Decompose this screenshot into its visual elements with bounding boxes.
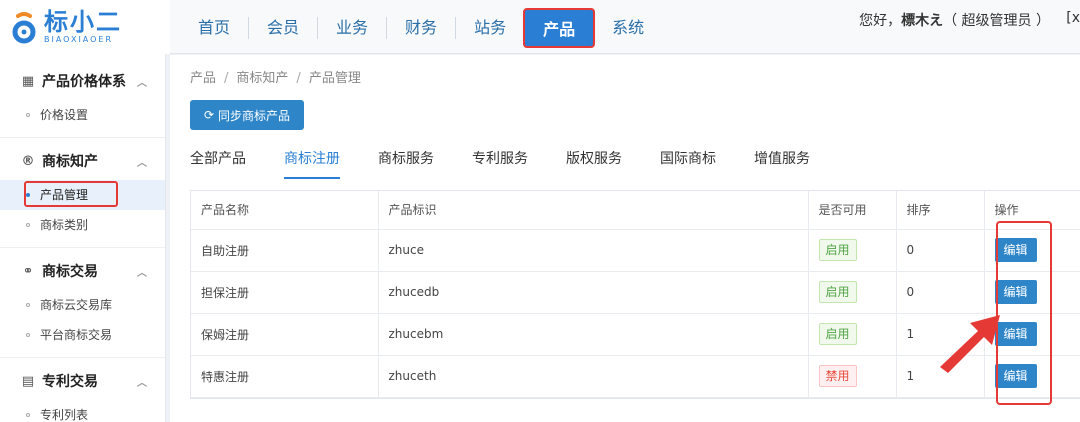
main-content: 产品 / 商标知产 / 产品管理 ⟳ 同步商标产品 全部产品 商标注册 商标服务 专利服… — [170, 55, 1080, 422]
sort-order: 1 — [896, 313, 985, 356]
sidebar-item-label: 商标类别 — [40, 218, 89, 232]
sidebar-section-title: 产品价格体系 — [42, 74, 126, 90]
product-code: zhuceth — [378, 355, 809, 398]
sort-order: 0 — [896, 271, 985, 314]
sidebar-item-label: 商标云交易库 — [40, 298, 113, 312]
nav-item-products[interactable]: 产品 — [523, 8, 596, 48]
refresh-icon: ⟳ — [203, 108, 215, 122]
tab-value-added-services[interactable]: 增值服务 — [754, 147, 810, 179]
truncated-link[interactable]: [x — [1066, 10, 1080, 26]
table-row: 自助注册 zhuce 启用 0 编辑 — [191, 229, 1080, 272]
product-tabs: 全部产品 商标注册 商标服务 专利服务 版权服务 国际商标 增值服务 — [190, 147, 1080, 179]
column-header: 产品标识 — [378, 191, 809, 230]
tab-trademark-services[interactable]: 商标服务 — [378, 147, 434, 179]
tab-patent-services[interactable]: 专利服务 — [472, 147, 528, 179]
logo-subtitle: BIAOXIAOER — [44, 35, 114, 44]
username[interactable]: 標木え — [901, 13, 943, 29]
breadcrumb-item[interactable]: 商标知产 — [236, 71, 288, 86]
user-role: （ 超级管理员 ） — [943, 13, 1050, 29]
nav-item-system[interactable]: 系统 — [594, 17, 662, 39]
column-header: 产品名称 — [191, 191, 379, 230]
sidebar-section-title: 商标知产 — [42, 154, 98, 170]
nav-item-site[interactable]: 站务 — [456, 17, 524, 39]
sidebar-item-label: 平台商标交易 — [40, 328, 113, 342]
user-greeting: 您好，標木え（ 超级管理员 ） — [859, 10, 1050, 30]
column-header: 排序 — [896, 191, 985, 230]
tab-trademark-registration[interactable]: 商标注册 — [284, 147, 340, 179]
product-name: 特惠注册 — [191, 355, 379, 398]
logo-title: 标小二 — [44, 8, 122, 36]
breadcrumb-item[interactable]: 产品 — [190, 71, 216, 86]
chevron-up-icon[interactable]: ︿ — [137, 154, 147, 169]
sidebar-section-trademark-ip[interactable]: ® 商标知产 ︿ — [0, 142, 165, 180]
sort-order: 1 — [896, 355, 985, 398]
sort-order: 0 — [896, 229, 985, 272]
logo-mark-icon — [10, 10, 38, 44]
sidebar-section-title: 专利交易 — [42, 374, 98, 390]
logo[interactable]: 标小二 BIAOXIAOER — [0, 0, 170, 54]
sidebar-section-pricing[interactable]: ▦ 产品价格体系 ︿ — [0, 62, 165, 100]
sidebar-section-title: 商标交易 — [42, 264, 98, 280]
edit-button[interactable]: 编辑 — [994, 280, 1037, 304]
handshake-icon: ⚭ — [22, 263, 34, 279]
column-header: 是否可用 — [808, 191, 897, 230]
tab-international-trademark[interactable]: 国际商标 — [660, 147, 716, 179]
status-badge: 启用 — [818, 323, 857, 345]
highlight-box — [24, 181, 118, 207]
tab-copyright-services[interactable]: 版权服务 — [566, 147, 622, 179]
breadcrumb-item: 产品管理 — [308, 71, 361, 86]
product-name: 担保注册 — [191, 271, 379, 314]
product-name: 保姆注册 — [191, 313, 379, 356]
sidebar-item-trademark-categories[interactable]: 商标类别 — [0, 210, 165, 240]
edit-button[interactable]: 编辑 — [994, 364, 1037, 388]
registered-icon: ® — [21, 153, 35, 169]
chevron-up-icon[interactable]: ︿ — [137, 74, 147, 89]
greeting-prefix: 您好， — [859, 13, 902, 29]
product-code: zhuce — [378, 229, 809, 272]
tab-all-products[interactable]: 全部产品 — [190, 147, 246, 179]
sidebar-item-label: 专利列表 — [40, 408, 89, 422]
top-navigation: 首页 会员 业务 财务 站务 产品 系统 您好，標木え（ 超级管理员 ） [x — [170, 0, 1080, 54]
product-name: 自助注册 — [191, 229, 379, 272]
status-badge: 启用 — [818, 239, 857, 261]
status-badge: 启用 — [818, 281, 857, 303]
nav-item-members[interactable]: 会员 — [249, 17, 319, 39]
column-header: 操作 — [984, 191, 1080, 230]
nav-item-finance[interactable]: 财务 — [387, 17, 457, 39]
sidebar-section-trademark-trade[interactable]: ⚭ 商标交易 ︿ — [0, 252, 165, 290]
sidebar-item-cloud-trade-library[interactable]: 商标云交易库 — [0, 290, 165, 320]
sidebar-item-label: 价格设置 — [40, 108, 89, 122]
product-code: zhucedb — [378, 271, 809, 314]
sidebar-item-product-management[interactable]: 产品管理 — [0, 180, 165, 210]
sync-trademark-products-button[interactable]: ⟳ 同步商标产品 — [190, 100, 304, 130]
nav-item-home[interactable]: 首页 — [180, 17, 250, 39]
product-table: 产品名称 产品标识 是否可用 排序 操作 自助注册 zhuce 启用 0 编辑 … — [190, 190, 1080, 399]
document-icon: ▤ — [21, 373, 35, 389]
sidebar: ▦ 产品价格体系 ︿ 价格设置 ® 商标知产 ︿ 产品管理 商标类别 ⚭ 商标交… — [0, 54, 166, 422]
sidebar-item-platform-trade[interactable]: 平台商标交易 — [0, 320, 165, 350]
calculator-icon: ▦ — [21, 73, 35, 89]
sidebar-item-patent-list[interactable]: 专利列表 — [0, 400, 165, 422]
edit-button[interactable]: 编辑 — [994, 238, 1037, 262]
table-row: 保姆注册 zhucebm 启用 1 编辑 — [191, 313, 1080, 356]
status-badge: 禁用 — [818, 365, 857, 387]
sidebar-item-price-settings[interactable]: 价格设置 — [0, 100, 165, 130]
chevron-up-icon[interactable]: ︿ — [137, 374, 147, 389]
chevron-up-icon[interactable]: ︿ — [137, 264, 147, 279]
edit-button[interactable]: 编辑 — [994, 322, 1037, 346]
table-row: 特惠注册 zhuceth 禁用 1 编辑 — [191, 355, 1080, 398]
table-row: 担保注册 zhucedb 启用 0 编辑 — [191, 271, 1080, 314]
product-code: zhucebm — [378, 313, 809, 356]
breadcrumb: 产品 / 商标知产 / 产品管理 — [190, 71, 361, 86]
sync-button-label: 同步商标产品 — [218, 108, 291, 123]
nav-item-business[interactable]: 业务 — [318, 17, 388, 39]
table-header-row: 产品名称 产品标识 是否可用 排序 操作 — [191, 191, 1080, 230]
sidebar-section-patent-trade[interactable]: ▤ 专利交易 ︿ — [0, 362, 165, 400]
